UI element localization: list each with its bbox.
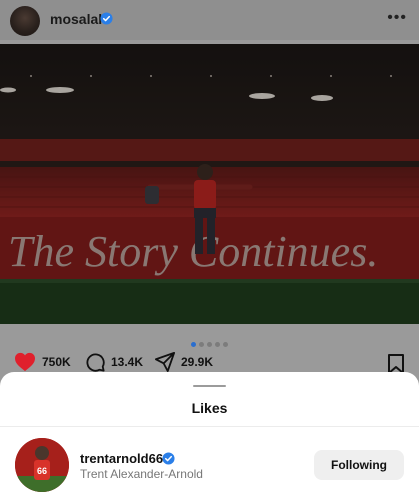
heart-icon[interactable] bbox=[14, 352, 36, 372]
send-icon[interactable] bbox=[155, 352, 175, 372]
liker-username[interactable]: trentarnold66 bbox=[80, 451, 163, 466]
stadium-illustration: The Story Continues. bbox=[0, 44, 419, 324]
comment-action[interactable]: 13.4K bbox=[85, 352, 143, 372]
more-options-icon[interactable]: ••• bbox=[387, 9, 407, 27]
carousel-dot-active bbox=[191, 342, 196, 347]
comments-count[interactable]: 13.4K bbox=[111, 355, 143, 369]
liker-avatar-image: 66 bbox=[15, 438, 69, 492]
shares-count[interactable]: 29.9K bbox=[181, 355, 213, 369]
carousel-dot bbox=[223, 342, 228, 347]
bookmark-icon[interactable] bbox=[387, 354, 405, 374]
post-username[interactable]: mosalah bbox=[50, 11, 107, 27]
post-image[interactable]: The Story Continues. bbox=[0, 44, 419, 324]
liker-full-name: Trent Alexander-Arnold bbox=[80, 467, 203, 481]
following-button[interactable]: Following bbox=[314, 450, 404, 480]
verified-badge-icon bbox=[162, 452, 175, 465]
divider bbox=[0, 426, 419, 427]
comment-icon[interactable] bbox=[85, 352, 105, 372]
carousel-dot bbox=[199, 342, 204, 347]
carousel-indicator bbox=[0, 334, 419, 352]
sheet-grabber[interactable] bbox=[193, 385, 226, 387]
sheet-title: Likes bbox=[191, 400, 228, 416]
likes-count[interactable]: 750K bbox=[42, 355, 71, 369]
carousel-dot bbox=[215, 342, 220, 347]
likes-sheet: Likes 66 trentarnold66 Trent Alexander-A… bbox=[0, 372, 419, 500]
carousel-dot bbox=[207, 342, 212, 347]
jersey-number: 66 bbox=[37, 466, 47, 476]
like-action[interactable]: 750K bbox=[14, 352, 71, 372]
share-action[interactable]: 29.9K bbox=[155, 352, 213, 372]
liker-avatar[interactable]: 66 bbox=[15, 438, 69, 492]
profile-avatar[interactable] bbox=[10, 6, 40, 36]
verified-badge-icon bbox=[100, 12, 113, 25]
post-header: mosalah ••• bbox=[0, 0, 419, 40]
